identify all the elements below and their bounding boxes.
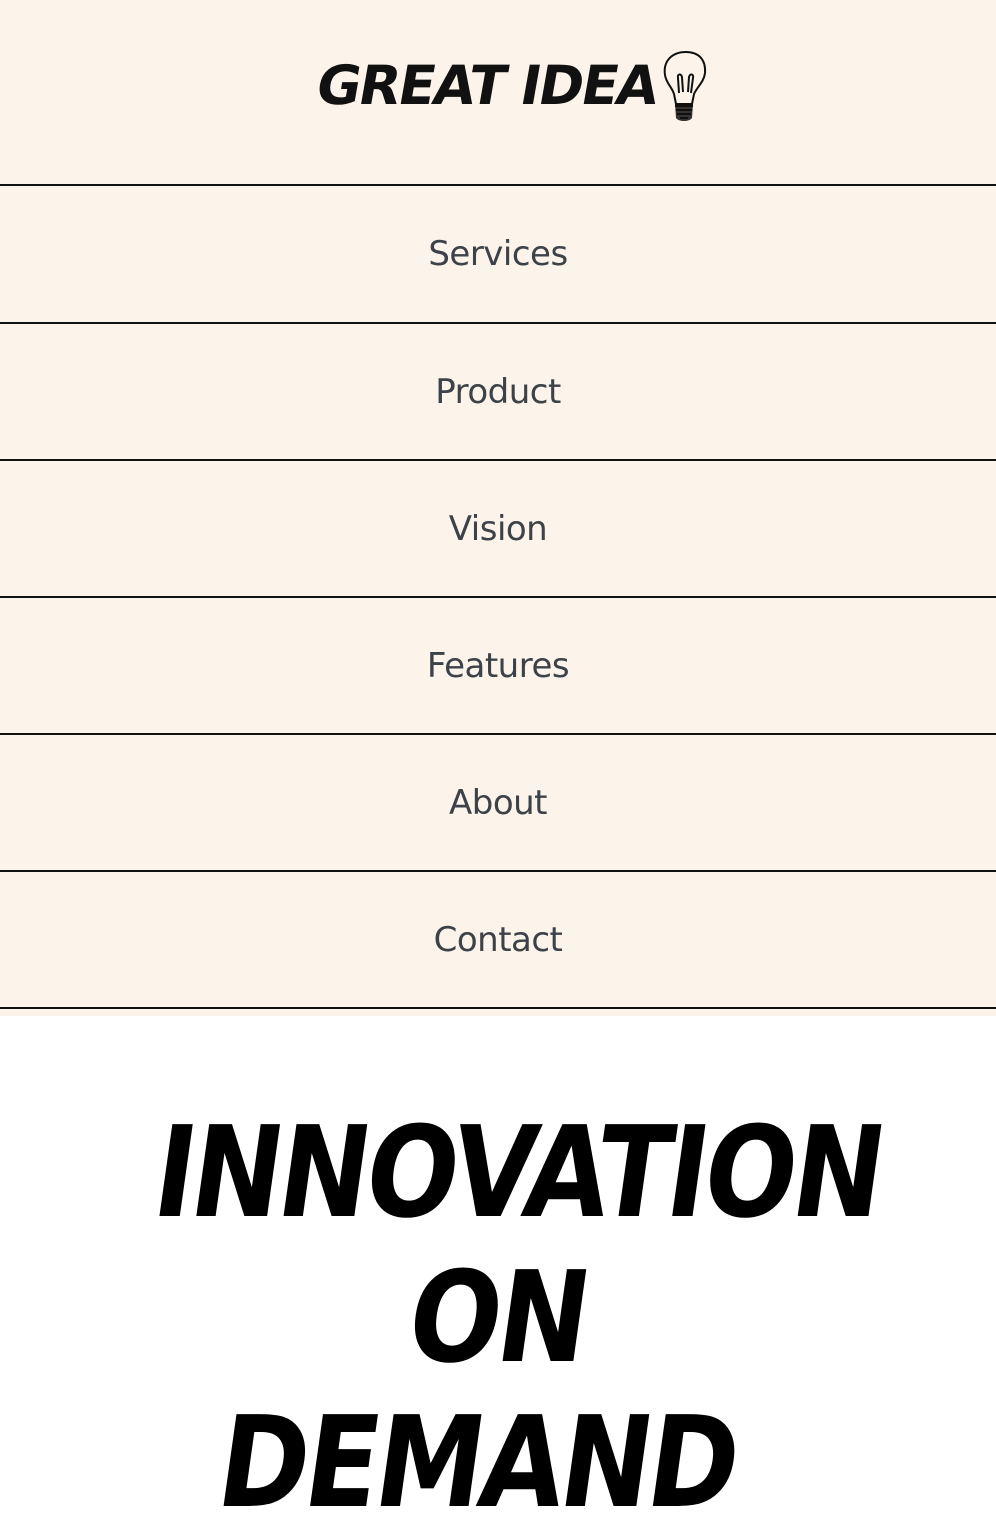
nav-item-features[interactable]: Features <box>0 598 996 735</box>
nav-item-vision[interactable]: Vision <box>0 461 996 598</box>
nav-item-services[interactable]: Services <box>0 186 996 324</box>
hero-line-1: INNOVATION <box>145 1099 892 1246</box>
hero-section: INNOVATION ON DEMAND <box>0 1016 996 1522</box>
nav-item-product[interactable]: Product <box>0 324 996 461</box>
logo-bar: GREAT IDEA <box>0 0 996 186</box>
nav-item-contact[interactable]: Contact <box>0 872 996 1009</box>
site-header: GREAT IDEA Services Product Vision Featu… <box>0 0 996 1016</box>
hero-line-2: ON <box>399 1244 597 1391</box>
brand-logo-link[interactable]: GREAT IDEA <box>312 48 713 124</box>
hero-headline: INNOVATION ON DEMAND <box>39 1099 957 1522</box>
main-nav: Services Product Vision Features About C… <box>0 186 996 1009</box>
nav-item-about[interactable]: About <box>0 735 996 872</box>
hero-line-3: DEMAND <box>209 1389 746 1522</box>
brand-name: GREAT IDEA <box>311 54 663 117</box>
lightbulb-icon <box>663 50 706 121</box>
